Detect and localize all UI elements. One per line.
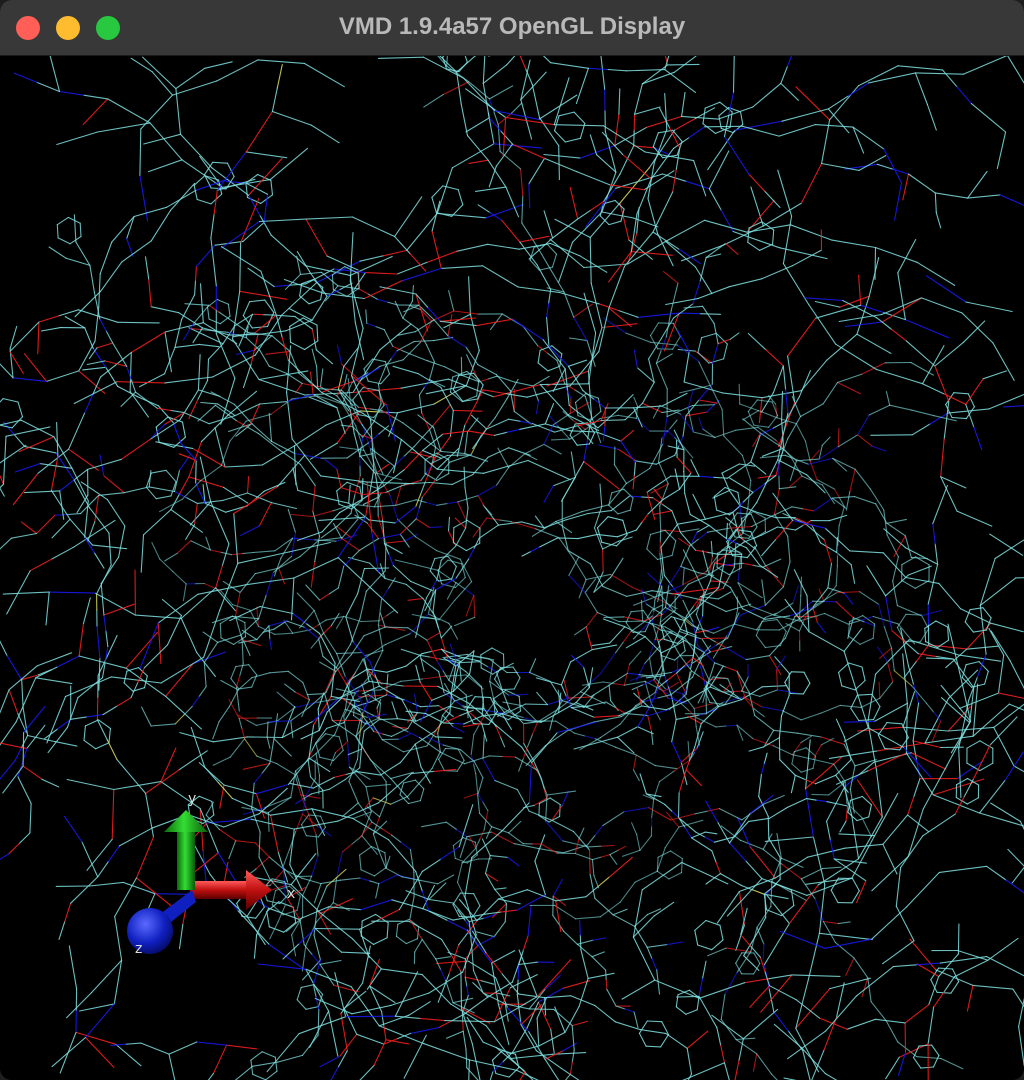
vmd-window: VMD 1.9.4a57 OpenGL Display x y z	[0, 0, 1024, 1080]
molecule-render[interactable]	[0, 56, 1024, 1080]
bond-lines	[0, 56, 1024, 1080]
window-title: VMD 1.9.4a57 OpenGL Display	[338, 13, 686, 40]
title-bar[interactable]: VMD 1.9.4a57 OpenGL Display	[0, 0, 1024, 56]
opengl-display[interactable]: x y z	[0, 56, 1024, 1080]
